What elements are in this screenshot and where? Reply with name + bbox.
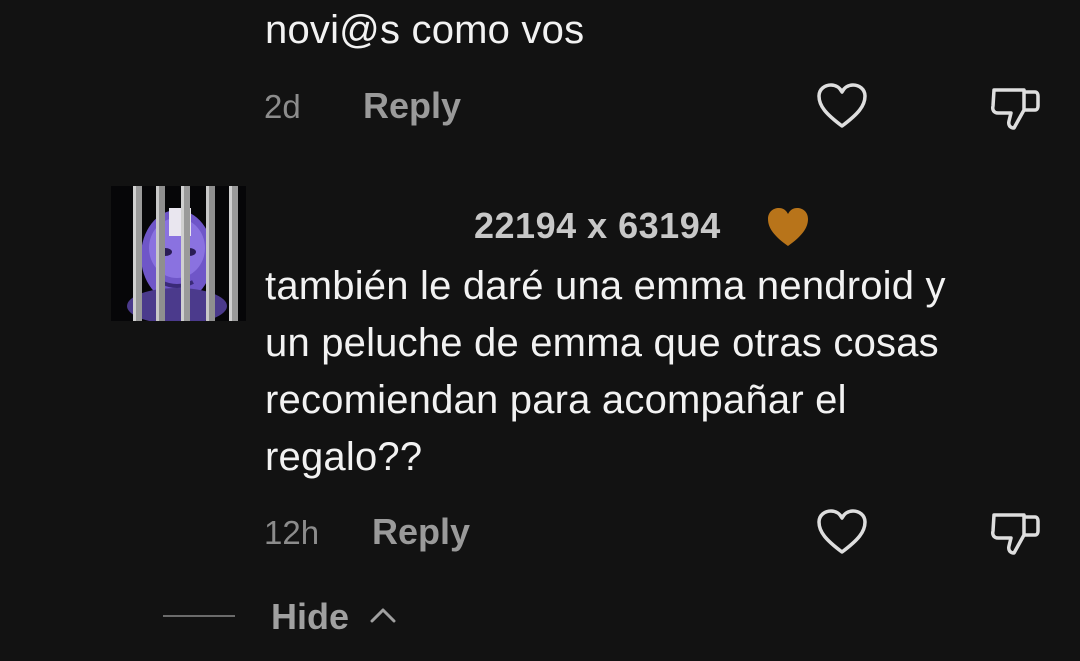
like-heart-icon[interactable] <box>816 508 868 556</box>
comment-2-line-1: también le daré una emma nendroid y <box>265 264 946 308</box>
comment-2-line-2: un peluche de emma que otras cosas <box>265 321 939 365</box>
comment-2-line-3: recomiendan para acompañar el <box>265 378 847 422</box>
comment-1-text: novi@s como vos <box>265 8 585 52</box>
comment-1-reply-button[interactable]: Reply <box>363 85 461 127</box>
divider-line <box>163 615 235 617</box>
brown-heart-emoji-icon <box>766 206 810 248</box>
hide-replies-button[interactable]: Hide <box>271 596 349 638</box>
comment-2-line-4: regalo?? <box>265 435 423 479</box>
chevron-up-icon[interactable] <box>368 604 398 626</box>
comment-2-reply-button[interactable]: Reply <box>372 511 470 553</box>
comment-1-time: 2d <box>264 88 301 125</box>
comment-2-text: también le daré una emma nendroid y un p… <box>265 258 1065 486</box>
avatar[interactable] <box>111 186 246 321</box>
comment-2-time: 12h <box>264 514 320 551</box>
dislike-thumb-icon[interactable] <box>988 82 1042 132</box>
comment-2-username[interactable]: 22194 x 63194 <box>474 205 721 247</box>
dislike-thumb-icon[interactable] <box>988 507 1042 557</box>
like-heart-icon[interactable] <box>816 82 868 130</box>
